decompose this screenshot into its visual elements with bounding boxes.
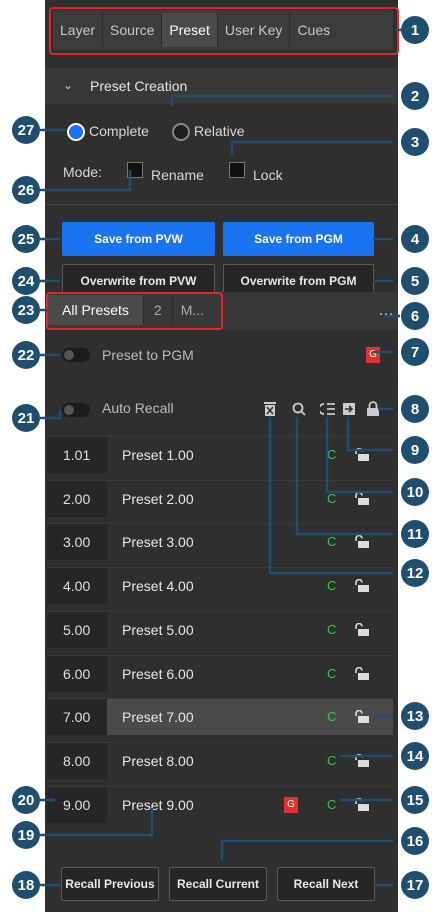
callout-7: 7 — [401, 338, 429, 366]
callout-10: 10 — [401, 478, 429, 506]
callout-16: 16 — [401, 827, 429, 855]
callout-4: 4 — [401, 225, 429, 253]
callout-3: 3 — [401, 128, 429, 156]
callout-22: 22 — [12, 341, 40, 369]
callout-12: 12 — [401, 559, 429, 587]
callout-23: 23 — [12, 296, 40, 324]
callout-20: 20 — [12, 786, 40, 814]
callout-8: 8 — [401, 395, 429, 423]
callout-19: 19 — [12, 821, 40, 849]
callout-9: 9 — [401, 436, 429, 464]
callout-27: 27 — [12, 116, 40, 144]
callout-11: 11 — [401, 520, 429, 548]
callout-1: 1 — [401, 16, 429, 44]
callout-13: 13 — [401, 702, 429, 730]
callout-14: 14 — [401, 742, 429, 770]
callout-6: 6 — [401, 302, 429, 330]
callout-15: 15 — [401, 786, 429, 814]
callout-24: 24 — [12, 267, 40, 295]
callout-21: 21 — [12, 404, 40, 432]
callout-2: 2 — [401, 82, 429, 110]
callout-17: 17 — [401, 871, 429, 899]
callout-18: 18 — [12, 871, 40, 899]
callout-5: 5 — [401, 267, 429, 295]
callout-26: 26 — [12, 176, 40, 204]
callout-lines — [40, 28, 410, 887]
callout-25: 25 — [12, 225, 40, 253]
